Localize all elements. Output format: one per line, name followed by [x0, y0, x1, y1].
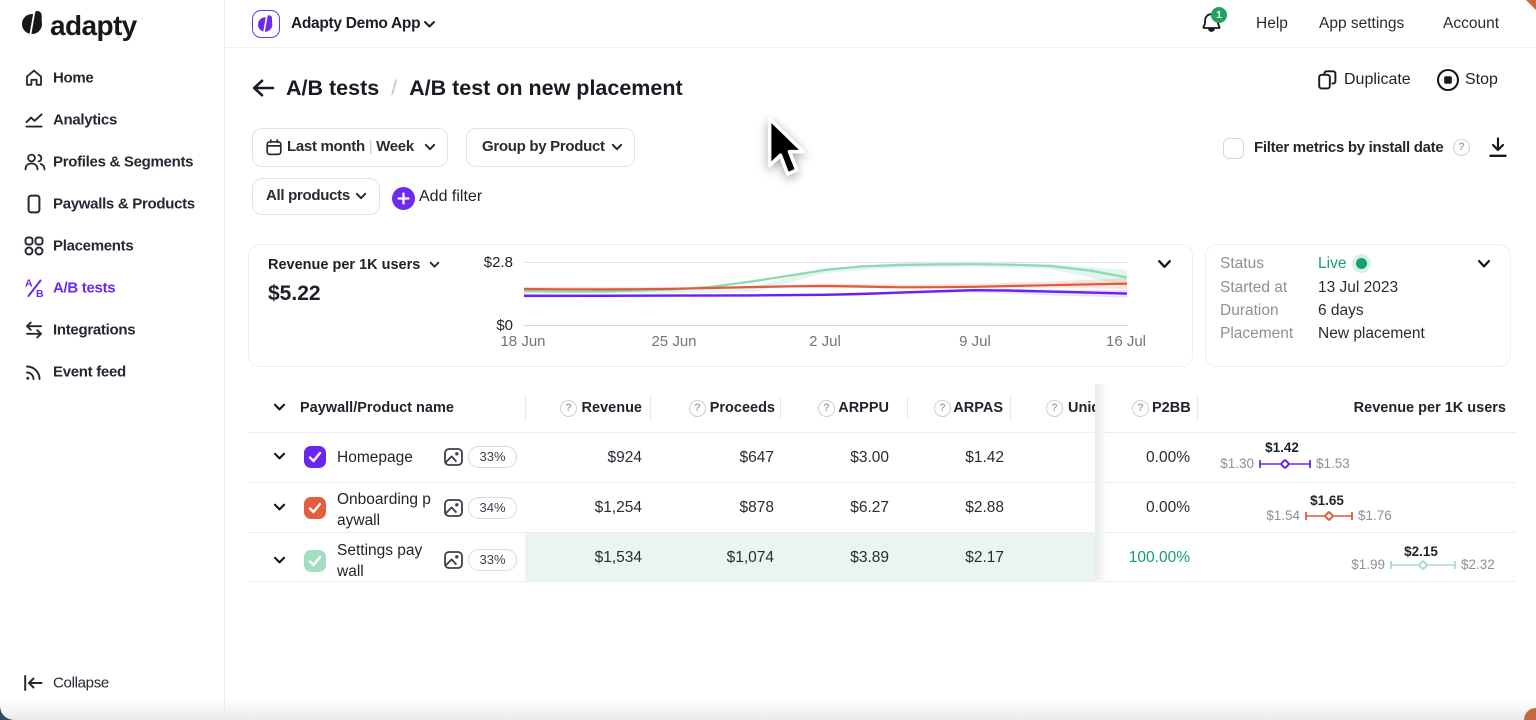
svg-text:A: A	[25, 278, 33, 290]
svg-text:B: B	[36, 288, 44, 299]
